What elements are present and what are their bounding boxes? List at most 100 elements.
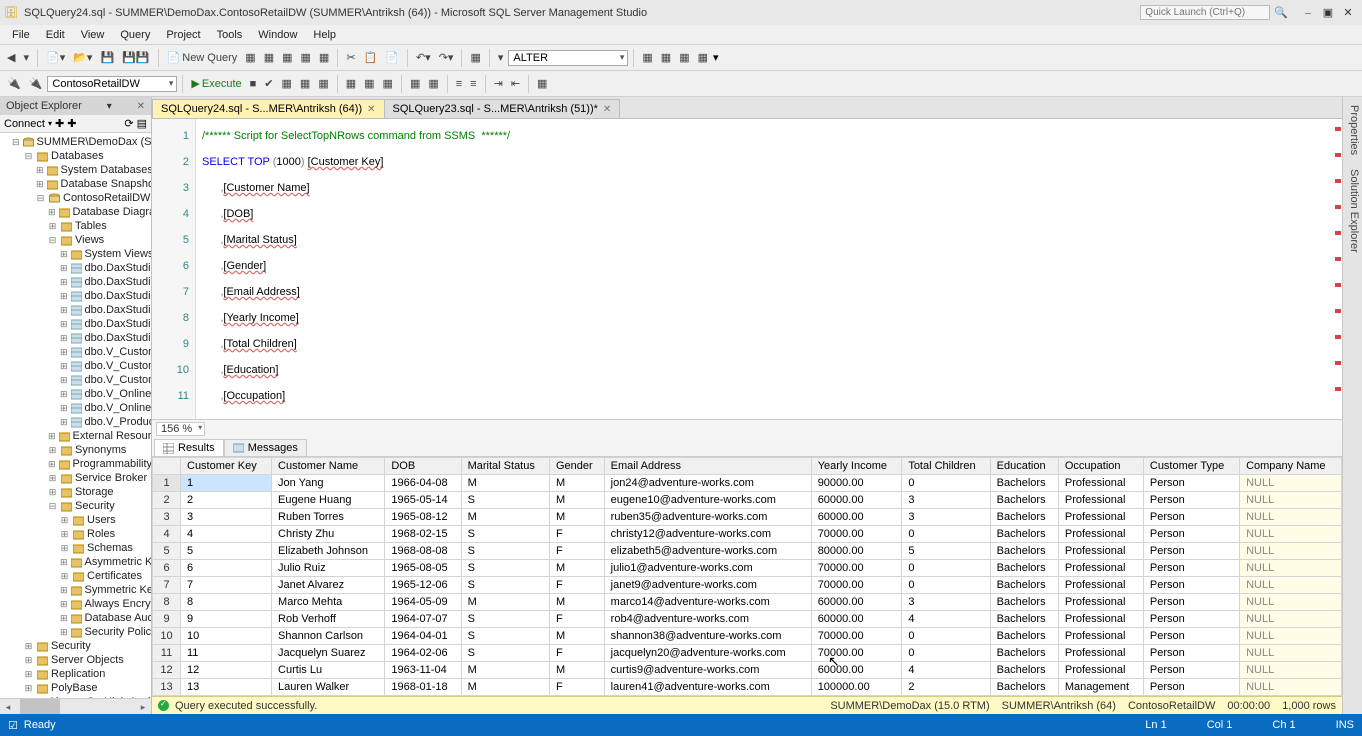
row-number[interactable]: 1 — [153, 475, 181, 492]
table-row[interactable]: 55Elizabeth Johnson1968-08-08SFelizabeth… — [153, 543, 1342, 560]
indent-btn[interactable]: ⇥ — [491, 75, 506, 92]
grid-cell[interactable]: 9 — [181, 611, 272, 628]
nav-fwd-button[interactable]: ▾ — [20, 49, 32, 66]
grid-cell[interactable]: M — [461, 509, 549, 526]
tree-node[interactable]: ⊞Database Audit — [0, 611, 151, 625]
grid-cell[interactable]: 1964-02-06 — [385, 645, 461, 662]
grid-header[interactable]: Email Address — [604, 458, 811, 475]
table-row[interactable]: 22Eugene Huang1965-05-14SMeugene10@adven… — [153, 492, 1342, 509]
q1[interactable]: ▦ — [279, 75, 295, 92]
execute-button[interactable]: ▶ Execute — [188, 75, 244, 92]
row-number[interactable]: 12 — [153, 662, 181, 679]
grid-cell[interactable]: S — [461, 492, 549, 509]
grid-cell[interactable]: 0 — [902, 526, 990, 543]
grid-cell[interactable]: marco14@adventure-works.com — [604, 594, 811, 611]
grid-cell[interactable]: F — [549, 526, 604, 543]
row-number[interactable]: 5 — [153, 543, 181, 560]
grid-cell[interactable]: NULL — [1240, 645, 1342, 662]
grid-cell[interactable]: 90000.00 — [811, 475, 902, 492]
grid-cell[interactable]: 11 — [181, 645, 272, 662]
grid-cell[interactable]: 0 — [902, 560, 990, 577]
grid-cell[interactable]: Ian Jenkins — [272, 696, 385, 697]
q9[interactable]: ▦ — [534, 75, 550, 92]
grid-cell[interactable]: 100000.00 — [811, 679, 902, 696]
redo-button[interactable]: ↷▾ — [436, 49, 457, 66]
grid-cell[interactable]: 1965-05-14 — [385, 492, 461, 509]
q7[interactable]: ▦ — [407, 75, 423, 92]
table-row[interactable]: 11Jon Yang1966-04-08MMjon24@adventure-wo… — [153, 475, 1342, 492]
grid-cell[interactable]: Bachelors — [990, 594, 1058, 611]
grid-cell[interactable]: NULL — [1240, 577, 1342, 594]
grid-header[interactable]: DOB — [385, 458, 461, 475]
document-tab[interactable]: SQLQuery24.sql - S...MER\Antriksh (64))✕ — [152, 99, 385, 118]
grid-cell[interactable]: Rob Verhoff — [272, 611, 385, 628]
tree-node[interactable]: ⊞PolyBase — [0, 681, 151, 695]
grid-cell[interactable]: Person — [1143, 526, 1239, 543]
btn1[interactable]: ▦ — [242, 49, 258, 66]
grid-cell[interactable]: 2 — [902, 679, 990, 696]
grid-cell[interactable]: Professional — [1058, 577, 1143, 594]
grid-cell[interactable]: M — [549, 475, 604, 492]
grid-cell[interactable]: Person — [1143, 628, 1239, 645]
code-text[interactable]: /****** Script for SelectTopNRows comman… — [196, 119, 1342, 419]
grid-cell[interactable]: 13 — [181, 679, 272, 696]
grid-cell[interactable]: NULL — [1240, 560, 1342, 577]
grid-cell[interactable]: jon24@adventure-works.com — [604, 475, 811, 492]
q4[interactable]: ▦ — [343, 75, 359, 92]
row-number[interactable]: 2 — [153, 492, 181, 509]
messages-tab[interactable]: Messages — [224, 439, 307, 456]
object-explorer-tree[interactable]: ⊟SUMMER\DemoDax (SQL Serv⊟Databases⊞Syst… — [0, 133, 151, 698]
grid-cell[interactable]: Bachelors — [990, 526, 1058, 543]
grid-header[interactable]: Gender — [549, 458, 604, 475]
grid-cell[interactable]: F — [549, 679, 604, 696]
grid-cell[interactable]: Person — [1143, 543, 1239, 560]
grid-cell[interactable]: F — [549, 577, 604, 594]
grid-header[interactable]: Marital Status — [461, 458, 549, 475]
undo-button[interactable]: ↶▾ — [413, 49, 434, 66]
grid-cell[interactable]: Management — [1058, 679, 1143, 696]
grid-cell[interactable]: S — [461, 577, 549, 594]
grid-cell[interactable]: M — [461, 679, 549, 696]
grid-cell[interactable]: elizabeth5@adventure-works.com — [604, 543, 811, 560]
grid-cell[interactable]: Person — [1143, 560, 1239, 577]
grid-cell[interactable]: Professional — [1058, 628, 1143, 645]
grid-cell[interactable]: christy12@adventure-works.com — [604, 526, 811, 543]
grid-cell[interactable]: Curtis Lu — [272, 662, 385, 679]
grid-cell[interactable]: 70000.00 — [811, 645, 902, 662]
grid-cell[interactable]: 3 — [902, 509, 990, 526]
grid-cell[interactable]: Person — [1143, 475, 1239, 492]
grid-cell[interactable]: Person — [1143, 611, 1239, 628]
grid-cell[interactable]: 10 — [181, 628, 272, 645]
grid-cell[interactable]: M — [549, 628, 604, 645]
grid-cell[interactable]: M — [461, 696, 549, 697]
oe-t1[interactable]: ✚ — [55, 117, 64, 130]
grid-cell[interactable]: 70000.00 — [811, 526, 902, 543]
grid-cell[interactable]: NULL — [1240, 543, 1342, 560]
open-dropdown[interactable]: 📂▾ — [70, 49, 95, 66]
tree-node[interactable]: ⊞Always Encrypte — [0, 597, 151, 611]
grid-cell[interactable]: Christy Zhu — [272, 526, 385, 543]
paste-button[interactable]: 📄 — [382, 49, 402, 66]
row-number[interactable]: 7 — [153, 577, 181, 594]
grid-cell[interactable]: NULL — [1240, 526, 1342, 543]
q2[interactable]: ▦ — [297, 75, 313, 92]
q3[interactable]: ▦ — [315, 75, 331, 92]
btn8[interactable]: ▦ — [639, 49, 655, 66]
grid-cell[interactable]: Person — [1143, 662, 1239, 679]
grid-cell[interactable]: 4 — [902, 611, 990, 628]
menu-view[interactable]: View — [73, 29, 113, 41]
tree-node[interactable]: ⊞dbo.DaxStudio.Sales — [0, 317, 151, 331]
grid-cell[interactable]: Person — [1143, 594, 1239, 611]
grid-cell[interactable]: 0 — [902, 645, 990, 662]
grid-cell[interactable]: Professional — [1058, 645, 1143, 662]
results-grid[interactable]: Customer KeyCustomer NameDOBMarital Stat… — [152, 457, 1342, 696]
close-button[interactable]: ✕ — [1338, 6, 1358, 19]
grid-cell[interactable]: shannon38@adventure-works.com — [604, 628, 811, 645]
btn10[interactable]: ▦ — [676, 49, 692, 66]
grid-cell[interactable]: Professional — [1058, 662, 1143, 679]
table-row[interactable]: 77Janet Alvarez1965-12-06SFjanet9@advent… — [153, 577, 1342, 594]
tree-node[interactable]: ⊞dbo.V_Custome — [0, 345, 151, 359]
grid-cell[interactable]: 70000.00 — [811, 628, 902, 645]
tree-node[interactable]: ⊞Database Diagrams — [0, 205, 151, 219]
btn9[interactable]: ▦ — [658, 49, 674, 66]
